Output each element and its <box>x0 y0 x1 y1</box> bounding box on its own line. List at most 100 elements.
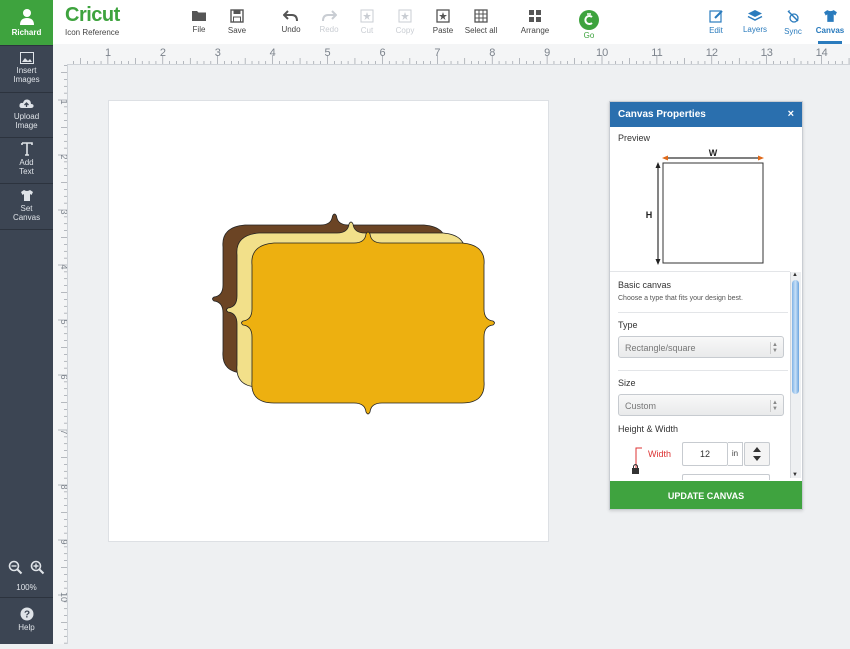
ruler-label: 1 <box>105 47 111 59</box>
ruler-label: 4 <box>59 264 67 269</box>
go-icon <box>579 10 599 30</box>
arrange-icon <box>529 10 541 22</box>
lock-icon[interactable] <box>632 468 639 474</box>
user-icon <box>19 9 34 25</box>
size-label: Size <box>618 378 636 388</box>
icon-reference-link[interactable]: Icon Reference <box>65 28 120 37</box>
preview-height-label: H <box>646 210 653 220</box>
select-all-button[interactable]: Select all <box>464 0 498 44</box>
help-icon: ? <box>20 607 33 621</box>
cricut-logo[interactable]: Cricut Icon Reference <box>65 4 120 37</box>
height-width-label: Height & Width <box>618 424 679 434</box>
cut-icon <box>360 9 374 23</box>
ruler-label: 13 <box>761 47 773 59</box>
ruler-label: 1 <box>59 99 67 104</box>
cut-button[interactable]: Cut <box>355 0 379 44</box>
help-button[interactable]: ? Help <box>0 607 53 632</box>
undo-icon <box>283 10 298 22</box>
file-button[interactable]: File <box>187 0 211 44</box>
top-toolbar: Cricut Icon Reference File Save Undo Red… <box>53 0 850 45</box>
ruler-label: 5 <box>59 319 67 324</box>
label-shape-front[interactable] <box>241 231 495 415</box>
ruler-label: 14 <box>816 47 828 59</box>
insert-images-button[interactable]: Insert Images <box>0 52 53 84</box>
width-input[interactable]: 12 <box>682 442 728 466</box>
upload-image-button[interactable]: Upload Image <box>0 98 53 130</box>
scroll-down-icon[interactable]: ▼ <box>792 472 798 478</box>
folder-icon <box>192 11 206 21</box>
ruler-label: 7 <box>59 429 67 434</box>
scroll-up-icon[interactable]: ▲ <box>792 272 798 278</box>
left-sidebar: Richard Insert Images Upload Image Add T… <box>0 0 53 644</box>
stepper-arrows-icon <box>753 447 761 461</box>
user-account-button[interactable]: Richard <box>0 0 53 45</box>
ruler-label: 6 <box>379 47 385 59</box>
zoom-level: 100% <box>16 583 37 592</box>
ruler-label: 2 <box>59 154 67 159</box>
set-canvas-button[interactable]: Set Canvas <box>0 189 53 222</box>
scrollbar-thumb[interactable] <box>792 280 799 394</box>
ruler-label: 4 <box>270 47 276 59</box>
zoom-out-icon[interactable] <box>8 560 23 575</box>
copy-button[interactable]: Copy <box>393 0 417 44</box>
canvas-preview-diagram: W H <box>646 148 764 265</box>
user-name: Richard <box>11 28 42 37</box>
go-button[interactable]: Go <box>577 0 601 44</box>
preview-width-label: W <box>709 148 718 158</box>
layers-tab[interactable]: Layers <box>741 0 769 44</box>
panel-header: Canvas Properties × <box>610 102 802 127</box>
zoom-in-icon[interactable] <box>30 560 45 575</box>
add-text-button[interactable]: Add Text <box>0 142 53 176</box>
size-select[interactable]: Custom ▲ ▼ <box>618 394 784 416</box>
select-all-icon <box>474 9 488 23</box>
edit-icon <box>709 10 723 23</box>
ruler-label: 7 <box>434 47 440 59</box>
save-icon <box>230 9 244 23</box>
redo-button[interactable]: Redo <box>317 0 341 44</box>
height-input-partial[interactable] <box>682 474 770 480</box>
ruler-label: 9 <box>544 47 550 59</box>
ruler-label: 6 <box>59 374 67 379</box>
panel-scrollbar[interactable]: ▲ ▼ <box>790 272 801 478</box>
ruler-label: 8 <box>489 47 495 59</box>
svg-text:?: ? <box>23 610 29 621</box>
copy-icon <box>398 9 412 23</box>
close-icon[interactable]: × <box>788 102 794 127</box>
edit-tab[interactable]: Edit <box>704 0 728 44</box>
ruler-label: 3 <box>215 47 221 59</box>
ruler-label: 3 <box>59 209 67 214</box>
text-icon <box>20 142 33 156</box>
sync-tab[interactable]: Sync <box>781 0 805 44</box>
redo-icon <box>322 10 337 22</box>
ruler-label: 2 <box>160 47 166 59</box>
ruler-label: 11 <box>651 47 662 59</box>
ruler-label: 10 <box>596 47 608 59</box>
arrange-button[interactable]: Arrange <box>517 0 553 44</box>
ruler-label: 10 <box>59 592 67 602</box>
image-icon <box>19 52 34 64</box>
width-stepper[interactable] <box>744 442 770 466</box>
undo-button[interactable]: Undo <box>279 0 303 44</box>
ruler-label: 12 <box>706 47 718 59</box>
update-canvas-button[interactable]: UPDATE CANVAS <box>610 481 802 509</box>
label-shape-group[interactable] <box>109 101 548 541</box>
type-select[interactable]: Rectangle/square ▲ ▼ <box>618 336 784 358</box>
shirt-icon <box>20 190 33 201</box>
horizontal-ruler: 1 2 3 4 5 6 7 8 9 10 11 12 13 14 <box>53 44 850 65</box>
select-arrows-icon: ▲ ▼ <box>770 342 779 354</box>
width-label: Width <box>648 449 672 459</box>
paste-icon <box>436 9 450 23</box>
design-canvas[interactable] <box>108 100 549 542</box>
canvas-tab[interactable]: Canvas <box>815 0 845 44</box>
ruler-label: 9 <box>59 539 67 544</box>
layers-icon <box>747 10 763 21</box>
type-label: Type <box>618 320 638 330</box>
save-button[interactable]: Save <box>225 0 249 44</box>
width-unit: in <box>728 442 743 466</box>
aspect-lock-bracket <box>632 447 642 474</box>
canvas-properties-panel: Canvas Properties × Preview W H Basic ca… <box>609 101 803 510</box>
paste-button[interactable]: Paste <box>431 0 455 44</box>
basic-canvas-title: Basic canvas <box>618 280 672 290</box>
ruler-label: 8 <box>59 484 67 489</box>
basic-canvas-description: Choose a type that fits your design best… <box>618 295 743 302</box>
